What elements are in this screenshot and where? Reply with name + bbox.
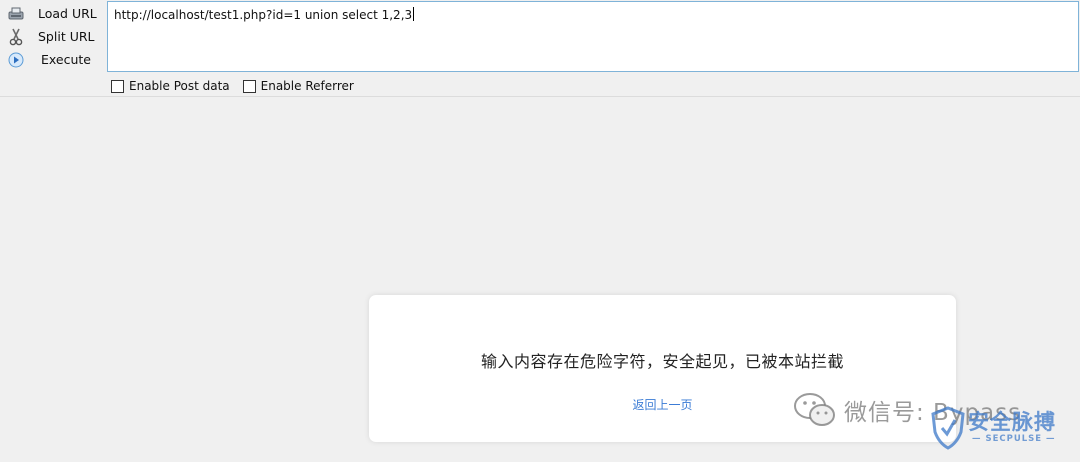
split-url-button[interactable]: Split URL [6,25,106,48]
logo-en-text: — SECPULSE — [972,434,1056,444]
secpulse-logo: 安全脉搏 — SECPULSE — [930,404,1070,456]
logo-cn-text: 安全脉搏 [968,410,1056,434]
wechat-icon [792,388,838,432]
load-url-button[interactable]: Load URL [6,2,106,25]
enable-referrer-checkbox[interactable] [242,79,256,93]
load-url-label: Load URL [38,6,97,21]
execute-label: Execute [41,52,91,67]
shield-icon [931,406,965,450]
execute-icon [6,50,26,70]
hackbar-actions: Load URL Split URL Execute [6,2,106,71]
enable-post-data-label: Enable Post data [129,79,230,93]
enable-post-data-option[interactable]: Enable Post data [111,79,230,93]
hackbar-options: Enable Post data Enable Referrer [111,79,367,93]
load-url-icon [6,4,26,24]
enable-referrer-option[interactable]: Enable Referrer [242,79,354,93]
enable-post-data-checkbox[interactable] [111,79,124,93]
split-url-label: Split URL [38,29,95,44]
enable-referrer-label: Enable Referrer [260,79,354,93]
split-url-icon [6,27,26,47]
text-caret [413,7,415,21]
url-input[interactable]: http://localhost/test1.php?id=1 union se… [107,1,1079,72]
waf-alert-message: 输入内容存在危险字符，安全起见，已被本站拦截 [480,352,844,371]
url-input-value: http://localhost/test1.php?id=1 union se… [114,8,413,22]
hackbar-toolbar: Load URL Split URL Execute http://localh… [0,0,1080,97]
execute-button[interactable]: Execute [6,48,106,71]
